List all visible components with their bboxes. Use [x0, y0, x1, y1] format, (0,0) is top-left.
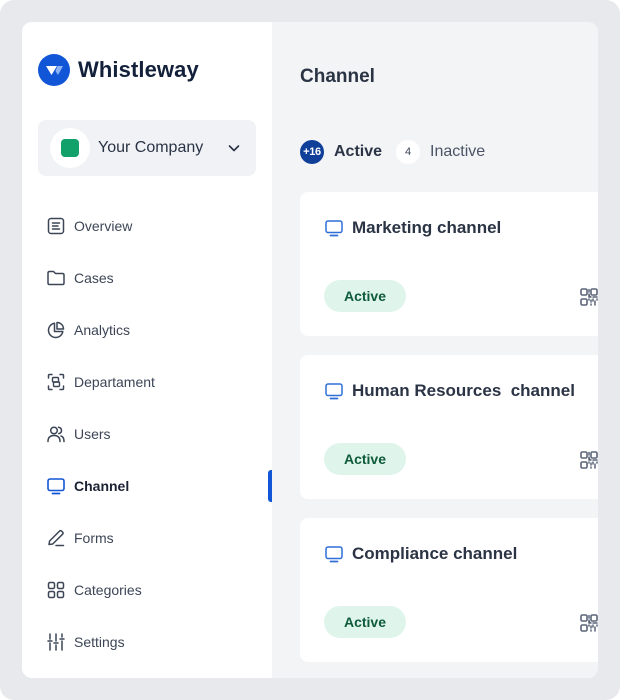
tab-inactive[interactable]: Inactive: [430, 143, 485, 161]
sidebar: Whistleway Your Company Overview Cases A…: [22, 22, 272, 678]
company-selector[interactable]: Your Company: [38, 120, 256, 176]
status-badge: Active: [324, 280, 406, 312]
channel-card-header: Marketing channel: [324, 218, 501, 238]
sidebar-item-users[interactable]: Users: [46, 422, 246, 446]
channel-title: Human Resources channel: [352, 381, 575, 400]
inactive-count-badge: 4: [396, 140, 421, 164]
sidebar-item-departament[interactable]: Departament: [46, 370, 246, 394]
qr-code-icon[interactable]: [580, 288, 598, 306]
channel-card-header: Compliance channel: [324, 544, 517, 564]
qr-code-icon[interactable]: [580, 451, 598, 469]
tab-active[interactable]: Active: [334, 143, 382, 161]
active-count-badge: +16: [300, 140, 324, 164]
channel-card[interactable]: Compliance channel Active: [300, 518, 598, 662]
sidebar-item-label: Overview: [74, 218, 133, 234]
status-badge: Active: [324, 443, 406, 475]
whistleway-logo-icon: [38, 54, 70, 86]
users-icon: [47, 426, 65, 443]
channel-card[interactable]: Human Resources channel Active: [300, 355, 598, 499]
sidebar-item-overview[interactable]: Overview: [46, 214, 246, 238]
sidebar-item-categories[interactable]: Categories: [46, 578, 246, 602]
monitor-icon: [325, 546, 343, 563]
sidebar-item-settings[interactable]: Settings: [46, 630, 246, 654]
channel-title: Marketing channel: [352, 218, 502, 237]
document-list-icon: [47, 217, 65, 235]
sidebar-item-cases[interactable]: Cases: [46, 266, 246, 290]
sidebar-item-label: Forms: [74, 530, 114, 546]
sidebar-item-channel[interactable]: Channel: [46, 474, 246, 498]
status-filter-tabs: +16 Active 4 Inactive: [300, 140, 485, 164]
scan-group-icon: [47, 373, 65, 391]
sliders-icon: [47, 633, 65, 651]
sidebar-item-forms[interactable]: Forms: [46, 526, 246, 550]
grid-icon: [47, 581, 65, 599]
pie-chart-icon: [47, 321, 65, 339]
qr-code-icon[interactable]: [580, 614, 598, 632]
main-content: Channel +16 Active 4 Inactive Marketing …: [272, 22, 598, 678]
sidebar-item-label: Departament: [74, 374, 155, 390]
company-name: Your Company: [98, 139, 204, 156]
sidebar-item-label: Cases: [74, 270, 114, 286]
sidebar-item-label: Users: [74, 426, 111, 442]
chevron-down-icon[interactable]: [226, 140, 242, 156]
sidebar-item-label: Categories: [74, 582, 142, 598]
channel-card-header: Human Resources channel: [324, 381, 575, 401]
folder-icon: [47, 270, 65, 286]
window-frame: Whistleway Your Company Overview Cases A…: [0, 0, 620, 700]
pencil-icon: [48, 529, 65, 547]
page-title: Channel: [300, 66, 375, 87]
brand[interactable]: Whistleway: [38, 54, 199, 86]
app-window: Whistleway Your Company Overview Cases A…: [22, 22, 598, 678]
sidebar-item-label: Analytics: [74, 322, 131, 338]
sidebar-item-label: Channel: [74, 478, 130, 494]
company-swatch: [61, 139, 79, 157]
monitor-icon: [325, 220, 343, 237]
brand-name: Whistleway: [78, 57, 199, 82]
monitor-icon: [325, 383, 343, 400]
sidebar-item-analytics[interactable]: Analytics: [46, 318, 246, 342]
channel-title: Compliance channel: [352, 544, 518, 563]
status-badge: Active: [324, 606, 406, 638]
monitor-icon: [47, 478, 65, 495]
channel-card[interactable]: Marketing channel Active: [300, 192, 598, 336]
company-avatar: [50, 128, 90, 168]
sidebar-item-label: Settings: [74, 634, 125, 650]
